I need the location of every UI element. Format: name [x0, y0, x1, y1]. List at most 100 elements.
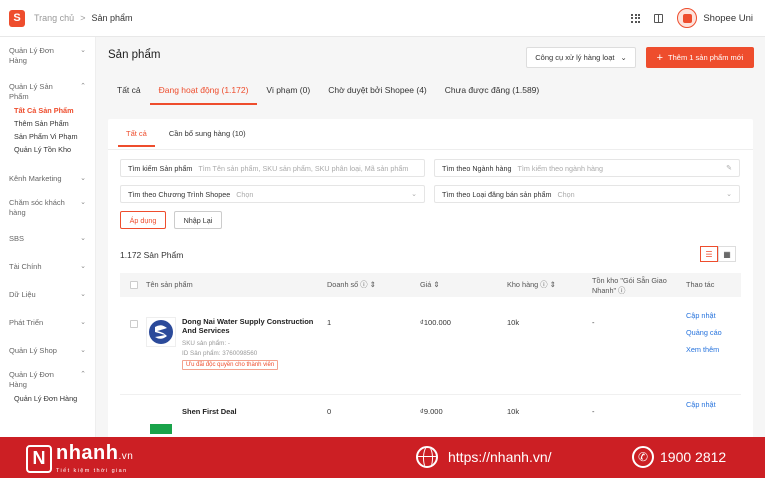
- sidebar-group-marketing[interactable]: Kênh Marketing ⌄: [0, 174, 95, 184]
- slogan: Tiết kiệm thời gian: [56, 468, 128, 474]
- advertise-link[interactable]: Quảng cáo: [686, 328, 722, 337]
- subtab-all[interactable]: Tất cả: [118, 127, 155, 147]
- chevron-down-icon: ⌄: [80, 47, 86, 54]
- plus-icon: +: [656, 51, 664, 64]
- chevron-down-icon: ⌄: [80, 235, 86, 242]
- table-row: Dong Nai Water Supply Construction And S…: [120, 297, 741, 395]
- sidebar-item-all-products[interactable]: Tất Cả Sản Phẩm: [0, 104, 95, 117]
- sidebar-group-products[interactable]: Quản Lý Sản Phẩm ⌃: [0, 82, 95, 102]
- shop-avatar: [677, 8, 698, 28]
- apps-grid-icon[interactable]: [631, 13, 641, 23]
- grid-view-icon[interactable]: ▦: [718, 246, 736, 262]
- update-link[interactable]: Cập nhật: [686, 311, 716, 320]
- sidebar-group-orders-2[interactable]: Quản Lý Đơn Hàng ⌃: [0, 370, 95, 390]
- main-content: Sản phẩm Công cụ xử lý hàng loạt ⌄ + Thêm …: [96, 37, 765, 437]
- pencil-icon[interactable]: ✎: [726, 164, 732, 172]
- shop-account[interactable]: Shopee Uni: [677, 8, 753, 28]
- add-product-button[interactable]: + Thêm 1 sản phẩm mới: [646, 47, 754, 68]
- product-id: ID Sản phẩm: 3760098560: [182, 350, 258, 357]
- sidebar-group-customer-care[interactable]: Chăm sóc khách hàng ⌄: [0, 198, 95, 218]
- header-stock[interactable]: Kho hàng ⓘ ⇕: [507, 280, 556, 290]
- chevron-up-icon: ⌃: [80, 371, 86, 378]
- promo-banner: N nhanh.vn Tiết kiệm thời gian https://n…: [0, 437, 765, 478]
- product-thumbnail[interactable]: [146, 317, 176, 347]
- sidebar-item-violating-products[interactable]: Sản Phẩm Vi Phạm: [0, 130, 95, 143]
- sidebar-group-data[interactable]: Dữ Liệu ⌄: [0, 290, 95, 300]
- sidebar-group-growth[interactable]: Phát Triển ⌄: [0, 318, 95, 328]
- member-offer-badge: Ưu đãi độc quyền cho thành viên: [182, 360, 279, 370]
- nhanh-logo[interactable]: N nhanh.vn Tiết kiệm thời gian: [26, 443, 133, 474]
- table-row: Shen First Deal 0 ₫9.000 10k - Cập nhật: [120, 395, 741, 437]
- table-header: Tên sản phẩm Doanh số ⓘ ⇕ Giá ⇕ Kho hàng…: [120, 273, 741, 297]
- website-url[interactable]: https://nhanh.vn/: [448, 449, 552, 465]
- price-cell: ₫9.000: [420, 407, 443, 416]
- listing-type-select[interactable]: Tìm theo Loại đăng bán sản phẩm Chọn ⌄: [434, 185, 740, 203]
- shop-name: Shopee Uni: [703, 12, 753, 24]
- fast-stock-cell: -: [592, 407, 595, 416]
- n-logo-icon: N: [26, 444, 52, 473]
- sidebar-group-orders[interactable]: Quản Lý Đơn Hàng ⌄: [0, 46, 95, 66]
- apply-button[interactable]: Áp dụng: [120, 211, 166, 229]
- sidebar-item-order-management[interactable]: Quản Lý Đơn Hàng: [0, 392, 95, 405]
- list-view-icon[interactable]: ☰: [700, 246, 718, 262]
- breadcrumb-home[interactable]: Trang chủ: [34, 13, 74, 23]
- program-select[interactable]: Tìm theo Chương Trình Shopee Chọn ⌄: [120, 185, 425, 203]
- sales-cell: 1: [327, 318, 332, 327]
- product-search-input[interactable]: Tìm kiếm Sản phẩm Tìm Tên sản phẩm, SKU …: [120, 159, 425, 177]
- shopee-logo[interactable]: S: [9, 9, 25, 27]
- brand-suffix: .vn: [118, 451, 134, 462]
- category-search-input[interactable]: Tìm theo Ngành hàng Tìm kiếm theo ngành …: [434, 159, 740, 177]
- sidebar-item-inventory[interactable]: Quản Lý Tồn Kho: [0, 143, 95, 156]
- bulk-tool-dropdown[interactable]: Công cụ xử lý hàng loạt ⌄: [526, 47, 636, 68]
- chevron-down-icon: ⌄: [620, 53, 627, 62]
- see-more-link[interactable]: Xem thêm: [686, 345, 719, 354]
- sidebar-group-shop[interactable]: Quản Lý Shop ⌄: [0, 346, 95, 356]
- chevron-down-icon: ⌄: [80, 291, 86, 298]
- phone-icon: ✆: [632, 446, 654, 468]
- product-name[interactable]: Shen First Deal: [182, 407, 237, 416]
- chevron-down-icon: ⌄: [80, 319, 86, 326]
- header-fast-stock: Tồn kho "Gói Sẵn Giao Nhanh" ⓘ: [592, 276, 667, 295]
- chevron-down-icon: ⌄: [411, 191, 417, 198]
- select-all-checkbox[interactable]: [130, 281, 138, 289]
- chevron-down-icon: ⌄: [80, 263, 86, 270]
- hotline-number[interactable]: 1900 2812: [660, 449, 726, 465]
- info-icon: ⓘ: [360, 280, 368, 289]
- product-thumbnail[interactable]: [146, 414, 176, 437]
- book-icon[interactable]: [654, 13, 664, 23]
- brand-name: nhanh: [56, 442, 119, 464]
- sort-icon: ⇕: [549, 280, 556, 289]
- tab-all[interactable]: Tất cả: [108, 77, 150, 105]
- sidebar-item-add-product[interactable]: Thêm Sản Phẩm: [0, 117, 95, 130]
- header-sales[interactable]: Doanh số ⓘ ⇕: [327, 280, 376, 290]
- tab-pending[interactable]: Chờ duyệt bởi Shopee (4): [319, 77, 436, 105]
- tab-active[interactable]: Đang hoạt động (1.172): [149, 77, 258, 105]
- sidebar-group-finance[interactable]: Tài Chính ⌄: [0, 262, 95, 272]
- page-title: Sản phẩm: [108, 49, 161, 61]
- sort-icon: ⇕: [433, 280, 440, 289]
- sort-icon: ⇕: [369, 280, 376, 289]
- header-actions: Thao tác: [686, 280, 715, 289]
- product-count: 1.172 Sản Phẩm: [120, 250, 184, 260]
- globe-icon: [416, 446, 438, 468]
- price-cell: ₫100.000: [420, 318, 451, 327]
- chevron-down-icon: ⌄: [80, 347, 86, 354]
- breadcrumb-separator: >: [80, 13, 86, 23]
- product-name[interactable]: Dong Nai Water Supply Construction And S…: [182, 317, 322, 335]
- status-tabs: Tất cả Đang hoạt động (1.172) Vi phạm (0…: [108, 77, 548, 105]
- reset-button[interactable]: Nhập Lại: [174, 211, 222, 229]
- stock-cell: 10k: [507, 318, 520, 327]
- sub-tabs: Tất cả Cần bổ sung hàng (10): [118, 127, 254, 147]
- tab-unlisted[interactable]: Chưa được đăng (1.589): [436, 77, 548, 105]
- header-price[interactable]: Giá ⇕: [420, 280, 440, 290]
- chevron-down-icon: ⌄: [726, 191, 732, 198]
- update-link[interactable]: Cập nhật: [686, 400, 716, 409]
- row-checkbox[interactable]: [130, 320, 138, 328]
- product-panel: Tất cả Cần bổ sung hàng (10) Tìm kiếm Sả…: [108, 119, 753, 437]
- breadcrumb-current: Sản phẩm: [91, 13, 133, 23]
- sidebar-group-sbs[interactable]: SBS ⌄: [0, 234, 95, 244]
- sidebar: Quản Lý Đơn Hàng ⌄ Quản Lý Sản Phẩm ⌃ Tất …: [0, 37, 96, 437]
- subtab-restock[interactable]: Cần bổ sung hàng (10): [161, 127, 254, 147]
- tab-violation[interactable]: Vi phạm (0): [257, 77, 319, 105]
- top-bar: S Trang chủ > Sản phẩm Shopee Uni: [0, 0, 765, 37]
